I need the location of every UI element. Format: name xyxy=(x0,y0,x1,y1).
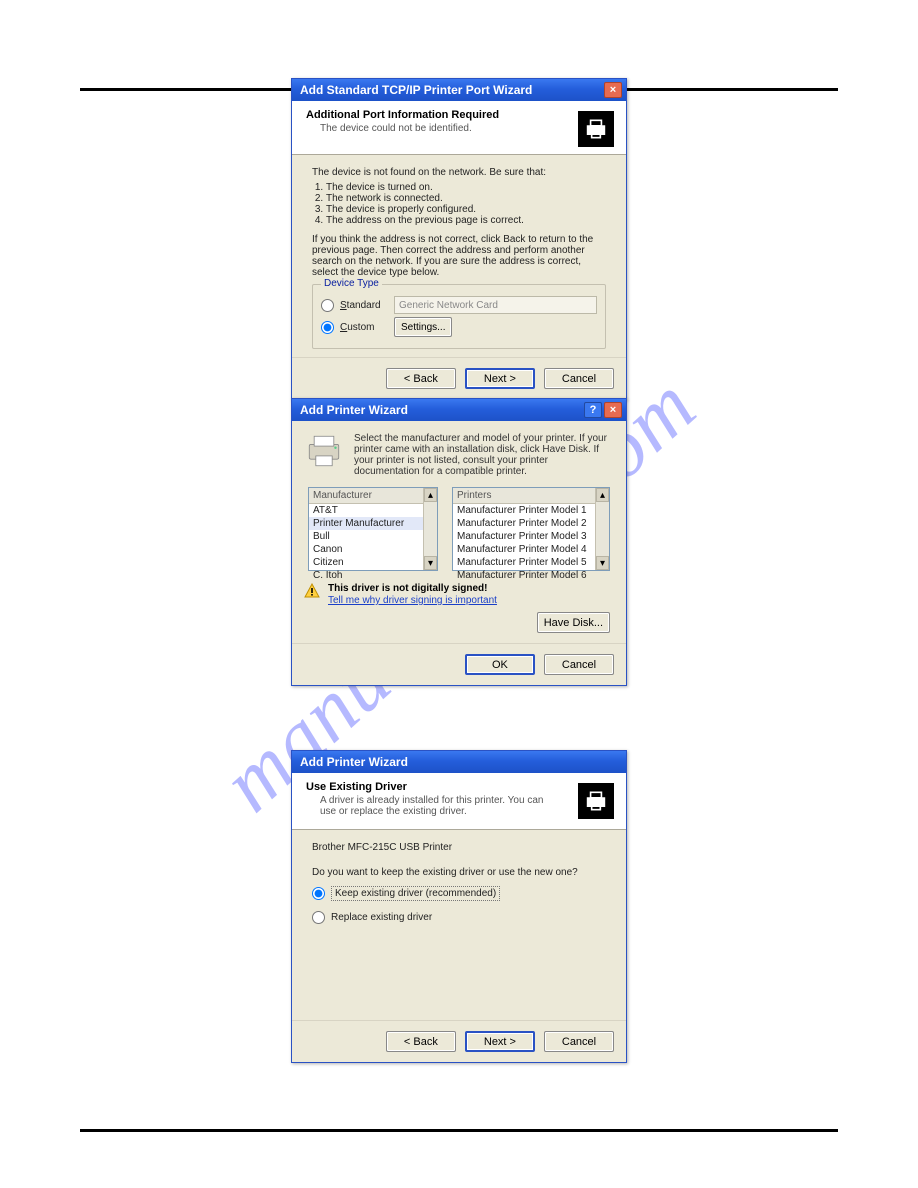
dialog2-description: Select the manufacturer and model of you… xyxy=(354,433,610,477)
dialog-add-printer-select: Add Printer Wizard ? × Select the manufa… xyxy=(291,398,627,686)
driver-signing-bold: This driver is not digitally signed! xyxy=(328,583,497,594)
settings-button[interactable]: Settings... xyxy=(394,317,452,337)
titlebar-3: Add Printer Wizard xyxy=(292,751,626,773)
list-item[interactable]: Manufacturer Printer Model 3 xyxy=(453,530,609,543)
printer-icon xyxy=(578,783,614,819)
manufacturer-header: Manufacturer xyxy=(309,488,437,504)
dialog1-body: The device is not found on the network. … xyxy=(292,155,626,357)
dialog3-printer-name: Brother MFC-215C USB Printer xyxy=(312,842,606,853)
back-button[interactable]: < Back xyxy=(386,1031,456,1052)
printers-listbox[interactable]: Printers Manufacturer Printer Model 1 Ma… xyxy=(452,487,610,571)
list-item[interactable]: Printer Manufacturer xyxy=(309,517,437,530)
dialog1-note: If you think the address is not correct,… xyxy=(312,234,606,278)
dialog2-title: Add Printer Wizard xyxy=(300,403,408,417)
radio-standard-label: Standard xyxy=(340,300,388,311)
cancel-button[interactable]: Cancel xyxy=(544,1031,614,1052)
dialog1-steps: The device is turned on. The network is … xyxy=(326,182,606,226)
step-item: The network is connected. xyxy=(326,193,606,204)
dialog3-body: Brother MFC-215C USB Printer Do you want… xyxy=(292,830,626,1020)
radio-keep-driver[interactable] xyxy=(312,887,325,900)
scroll-up-icon[interactable]: ▴ xyxy=(424,488,437,502)
list-item[interactable]: Canon xyxy=(309,543,437,556)
printers-header: Printers xyxy=(453,488,609,504)
dialog2-button-row: OK Cancel xyxy=(292,643,626,685)
warning-icon xyxy=(304,583,320,599)
radio-custom-label: Custom xyxy=(340,322,388,333)
radio-custom[interactable] xyxy=(321,321,334,334)
dialog-use-existing-driver: Add Printer Wizard Use Existing Driver A… xyxy=(291,750,627,1063)
list-item[interactable]: AT&T xyxy=(309,504,437,517)
dialog1-heading: Additional Port Information Required xyxy=(306,109,616,121)
ok-button[interactable]: OK xyxy=(465,654,535,675)
dialog1-button-row: < Back Next > Cancel xyxy=(292,357,626,399)
list-item[interactable]: Manufacturer Printer Model 2 xyxy=(453,517,609,530)
dialog3-subheading: A driver is already installed for this p… xyxy=(306,795,556,817)
list-item[interactable]: Bull xyxy=(309,530,437,543)
page-bottom-rule xyxy=(80,1129,838,1132)
dialog3-button-row: < Back Next > Cancel xyxy=(292,1020,626,1062)
list-item[interactable]: C. Itoh xyxy=(309,569,437,582)
dialog-tcpip-port: Add Standard TCP/IP Printer Port Wizard … xyxy=(291,78,627,400)
have-disk-button[interactable]: Have Disk... xyxy=(537,612,610,633)
dialog3-heading: Use Existing Driver xyxy=(306,781,616,793)
radio-keep-label: Keep existing driver (recommended) xyxy=(331,886,500,901)
next-button[interactable]: Next > xyxy=(465,368,535,389)
list-item[interactable]: Manufacturer Printer Model 1 xyxy=(453,504,609,517)
dialog2-header-row: Select the manufacturer and model of you… xyxy=(292,421,626,487)
close-icon[interactable]: × xyxy=(604,82,622,98)
next-button[interactable]: Next > xyxy=(465,1031,535,1052)
dialog3-title: Add Printer Wizard xyxy=(300,755,408,769)
printer-icon xyxy=(304,433,344,469)
radio-replace-driver[interactable] xyxy=(312,911,325,924)
list-item[interactable]: Manufacturer Printer Model 4 xyxy=(453,543,609,556)
dialog1-notfound-text: The device is not found on the network. … xyxy=(312,167,606,178)
device-type-group: Device Type Standard Generic Network Car… xyxy=(312,284,606,349)
device-type-legend: Device Type xyxy=(321,278,382,289)
radio-standard[interactable] xyxy=(321,299,334,312)
close-icon[interactable]: × xyxy=(604,402,622,418)
radio-replace-label: Replace existing driver xyxy=(331,912,432,923)
scroll-down-icon[interactable]: ▾ xyxy=(424,556,437,570)
dialog1-subheading: The device could not be identified. xyxy=(306,123,556,134)
titlebar-1: Add Standard TCP/IP Printer Port Wizard … xyxy=(292,79,626,101)
step-item: The device is properly configured. xyxy=(326,204,606,215)
scroll-up-icon[interactable]: ▴ xyxy=(596,488,609,502)
step-item: The address on the previous page is corr… xyxy=(326,215,606,226)
printer-port-icon xyxy=(578,111,614,147)
step-item: The device is turned on. xyxy=(326,182,606,193)
cancel-button[interactable]: Cancel xyxy=(544,654,614,675)
standard-combo[interactable]: Generic Network Card xyxy=(394,296,597,314)
cancel-button[interactable]: Cancel xyxy=(544,368,614,389)
back-button[interactable]: < Back xyxy=(386,368,456,389)
list-item[interactable]: Citizen xyxy=(309,556,437,569)
wizard-header-1: Additional Port Information Required The… xyxy=(292,101,626,155)
titlebar-2: Add Printer Wizard ? × xyxy=(292,399,626,421)
list-item[interactable]: Manufacturer Printer Model 6 xyxy=(453,569,609,582)
driver-signing-text: This driver is not digitally signed! Tel… xyxy=(328,583,497,606)
dialog3-question: Do you want to keep the existing driver … xyxy=(312,867,606,878)
list-item[interactable]: Manufacturer Printer Model 5 xyxy=(453,556,609,569)
scrollbar[interactable]: ▴ ▾ xyxy=(595,488,609,570)
scrollbar[interactable]: ▴ ▾ xyxy=(423,488,437,570)
dialog1-title: Add Standard TCP/IP Printer Port Wizard xyxy=(300,83,532,97)
driver-signing-link[interactable]: Tell me why driver signing is important xyxy=(328,595,497,606)
wizard-header-3: Use Existing Driver A driver is already … xyxy=(292,773,626,830)
manufacturer-listbox[interactable]: Manufacturer AT&T Printer Manufacturer B… xyxy=(308,487,438,571)
help-icon[interactable]: ? xyxy=(584,402,602,418)
scroll-down-icon[interactable]: ▾ xyxy=(596,556,609,570)
